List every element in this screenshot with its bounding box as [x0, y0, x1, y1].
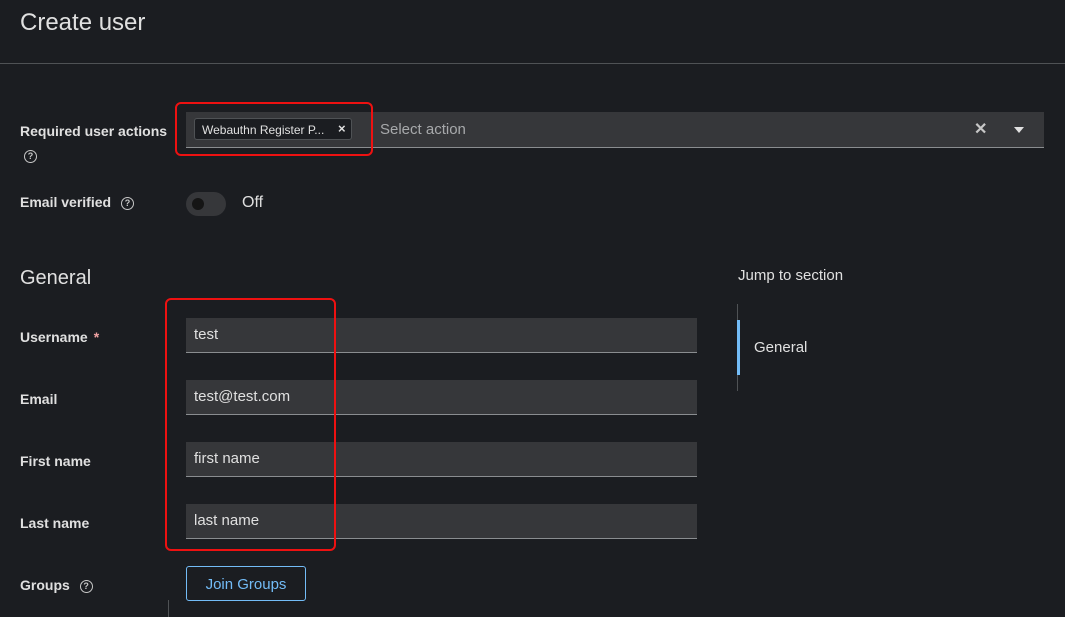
required-actions-label-text: Required user actions [20, 123, 168, 139]
annotation-box [165, 298, 336, 551]
toggle-knob [192, 198, 204, 210]
email-verified-label-text: Email verified [20, 194, 112, 210]
username-label-text: Username [20, 329, 88, 345]
help-icon[interactable]: ? [24, 150, 37, 163]
help-icon[interactable]: ? [79, 579, 93, 593]
divider [168, 600, 169, 617]
help-icon[interactable]: ? [120, 196, 134, 210]
toggle-state-text: Off [242, 194, 264, 211]
page-header: Create user [0, 0, 1065, 64]
groups-label-text: Groups [20, 577, 70, 593]
select-placeholder[interactable]: Select action [380, 121, 466, 138]
jump-to-section-title: Jump to section [738, 267, 844, 284]
join-groups-button[interactable]: Join Groups [186, 566, 306, 601]
groups-label: Groups ? [20, 577, 93, 593]
last-name-label: Last name [20, 515, 90, 531]
username-label: Username * [20, 329, 99, 345]
annotation-box [175, 102, 373, 156]
clear-icon[interactable]: ✕ [974, 119, 987, 139]
jump-nav-active-indicator [737, 320, 740, 375]
email-label: Email [20, 391, 58, 407]
chevron-down-icon[interactable] [1014, 127, 1024, 133]
section-title-general: General [20, 267, 92, 289]
required-actions-label: Required user actions [20, 123, 167, 139]
page-title: Create user [20, 9, 146, 36]
email-verified-label: Email verified ? [20, 194, 134, 210]
first-name-label: First name [20, 453, 91, 469]
email-verified-toggle[interactable] [186, 192, 226, 216]
required-mark: * [93, 329, 100, 345]
jump-link-general[interactable]: General [754, 339, 807, 356]
